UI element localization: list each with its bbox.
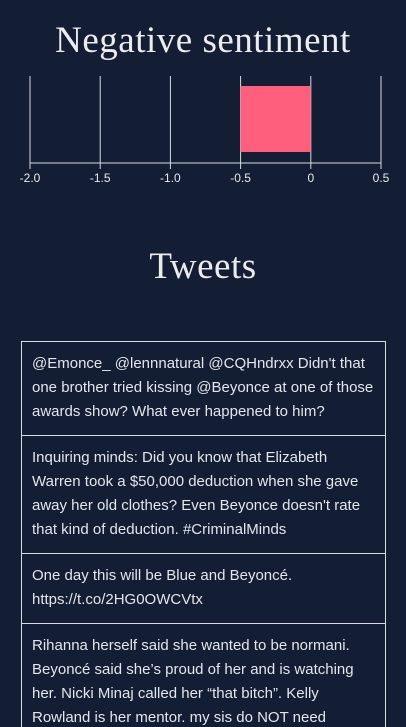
x-tick-label: -0.5 [230, 171, 251, 185]
tweet-text: Rihanna herself said she wanted to be no… [32, 637, 354, 726]
chart-bars [240, 86, 311, 152]
tweet-card: One day this will be Blue and Beyoncé. h… [21, 554, 386, 624]
tweet-text: One day this will be Blue and Beyoncé. h… [32, 567, 293, 608]
chart-gridlines [29, 76, 382, 163]
sentiment-chart: -2.0 -1.5 -1.0 -0.5 0 0.5 [20, 76, 390, 185]
x-axis-ticks: -2.0 -1.5 -1.0 -0.5 0 0.5 [20, 163, 390, 185]
tweet-list: @Emonce_ @lennnatural @CQHndrxx Didn't t… [21, 341, 386, 727]
tweet-text: Inquiring minds: Did you know that Eliza… [32, 449, 361, 538]
sentiment-title: Negative sentiment [55, 20, 351, 61]
x-tick-label: -2.0 [20, 171, 41, 185]
x-tick-label: 0.5 [373, 171, 390, 185]
tweet-card: Rihanna herself said she wanted to be no… [21, 624, 386, 727]
x-tick-label: -1.0 [160, 171, 181, 185]
tweets-title: Tweets [149, 246, 257, 287]
x-tick-label: 0 [307, 171, 314, 185]
tweet-card: @Emonce_ @lennnatural @CQHndrxx Didn't t… [21, 341, 386, 436]
x-tick-label: -1.5 [90, 171, 111, 185]
sentiment-bar [240, 86, 311, 152]
tweet-text: @Emonce_ @lennnatural @CQHndrxx Didn't t… [32, 355, 374, 420]
tweet-card: Inquiring minds: Did you know that Eliza… [21, 436, 386, 554]
